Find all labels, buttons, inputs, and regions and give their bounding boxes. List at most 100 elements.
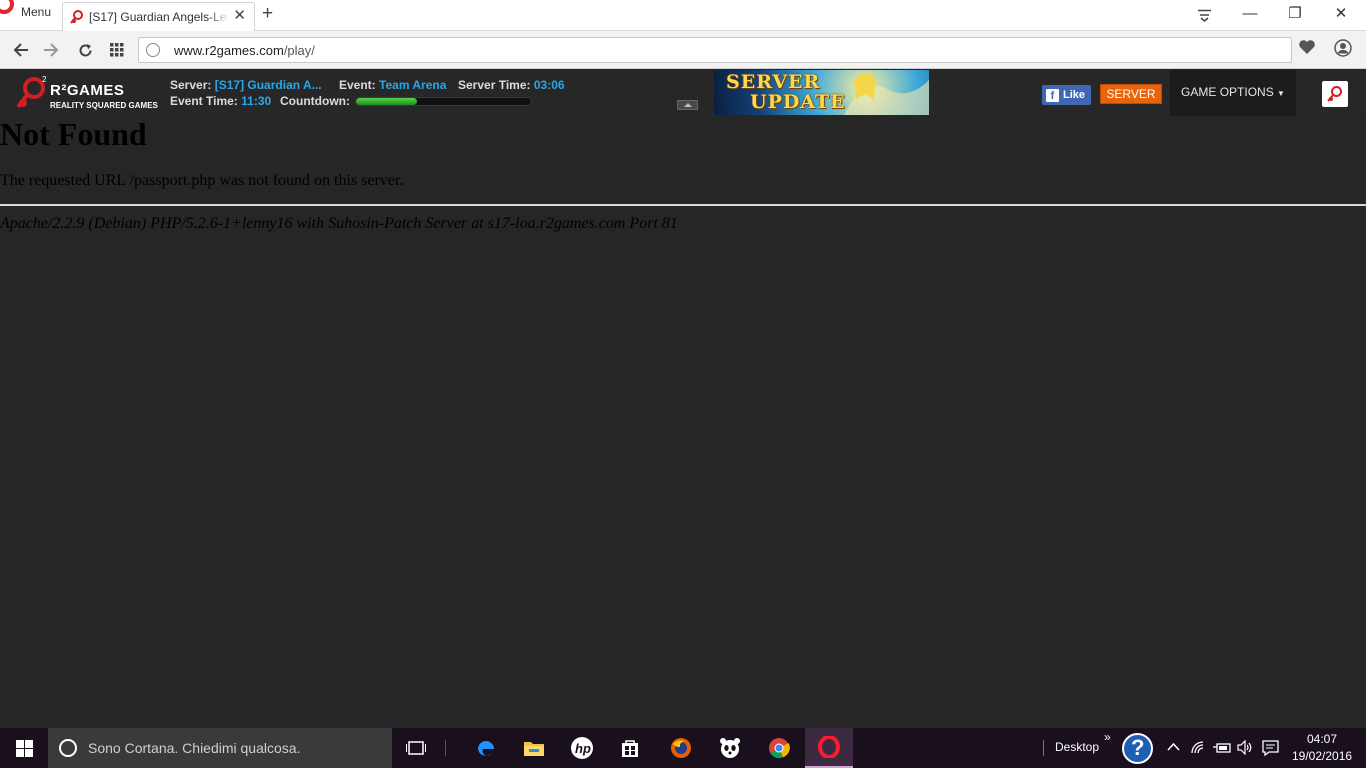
event-time-value: 11:30 [241,94,272,108]
chevron-overflow-icon[interactable]: » [1104,730,1111,744]
forward-button[interactable] [40,39,62,61]
game-options-menu[interactable]: GAME OPTIONS ▼ [1170,70,1296,116]
taskbar-separator [445,740,446,756]
hp-logo-icon: hp [571,737,593,759]
clock-date[interactable]: 19/02/2016 [1292,749,1352,763]
url-text: www.r2games.com/play/ [174,43,315,58]
server-time-value: 03:06 [533,78,565,92]
store-icon [622,740,638,757]
taskbar-chrome[interactable] [755,728,803,768]
folder-icon [524,742,544,756]
chrome-icon [769,738,790,759]
logo-subtext: REALITY SQUARED GAMES [50,101,158,110]
minimize-button[interactable]: — [1227,3,1273,25]
countdown-label: Countdown: [280,94,350,108]
menu-label: Menu [21,5,52,19]
back-button[interactable] [10,39,32,61]
taskbar-file-explorer[interactable] [510,728,558,768]
arrow-right-icon [44,43,59,57]
windows-taskbar: Sono Cortana. Chiedimi qualcosa. hp Desk… [0,728,1366,768]
r2-corner-button[interactable] [1322,81,1348,107]
logo-text: R²GAMES [50,82,125,99]
facebook-like-button[interactable]: f Like [1042,85,1091,105]
tab-title: [S17] Guardian Angels-League of Angels [89,10,229,24]
grid-icon [110,43,124,57]
event-label: Event: [339,78,376,92]
taskbar-opera[interactable] [805,728,853,768]
desktop-toolbar[interactable]: Desktop [1055,740,1099,754]
fb-like-label: Like [1063,89,1086,101]
server-time-info: Server Time: 03:06 [458,78,565,92]
url-path: /play/ [283,43,315,58]
event-time-label: Event Time: [170,94,238,108]
server-label: Server: [170,78,212,92]
opera-icon [818,736,840,758]
tab-close-icon[interactable]: ✕ [233,8,246,24]
page-title: Not Found [0,116,147,152]
search-placeholder: Sono Cortana. Chiedimi qualcosa. [88,740,301,756]
task-view-button[interactable] [392,728,440,768]
taskbar-panda[interactable] [706,728,754,768]
tab-active[interactable]: [S17] Guardian Angels-League of Angels ✕ [62,2,255,31]
chevron-up-icon[interactable] [1167,742,1180,751]
url-input[interactable]: www.r2games.com/play/ [138,37,1292,63]
url-host: www.r2games.com [174,43,284,58]
taskbar-firefox[interactable] [657,728,705,768]
event-info: Event: Team Arena [339,78,446,92]
server-info: Server: [S17] Guardian A... [170,78,322,92]
opera-menu-button[interactable]: Menu [0,0,58,28]
game-options-label: GAME OPTIONS [1181,85,1274,99]
firefox-icon [671,738,691,758]
error-message: The requested URL /passport.php was not … [0,172,404,189]
battery-plug-icon[interactable] [1213,741,1231,754]
new-tab-button[interactable]: + [262,4,273,24]
server-time-label: Server Time: [458,78,531,92]
game-header: 2 R²GAMES REALITY SQUARED GAMES Server: … [0,70,1366,116]
taskbar-edge[interactable] [462,728,510,768]
chevron-down-icon: ▼ [1277,89,1285,98]
error-page: Not Found The requested URL /passport.ph… [0,116,1366,728]
event-time-info: Event Time: 11:30 [170,94,271,108]
edge-icon [478,741,494,756]
angel-artwork-icon [844,73,929,115]
svg-text:hp: hp [575,741,591,756]
heart-icon[interactable] [1298,39,1316,55]
panda-icon [720,738,740,758]
browser-tab-strip: Menu [S17] Guardian Angels-League of Ang… [0,0,1366,31]
speed-dial-button[interactable] [106,39,128,61]
countdown-progress-bar [355,97,532,106]
windows-logo-icon [15,739,33,757]
collapse-header-button[interactable] [677,100,698,110]
r2games-logo[interactable]: 2 R²GAMES REALITY SQUARED GAMES [14,73,164,113]
cortana-search-box[interactable]: Sono Cortana. Chiedimi qualcosa. [48,728,392,768]
tab-menu-icon[interactable] [1197,9,1212,22]
volume-icon[interactable] [1237,740,1253,755]
cortana-icon [59,739,77,757]
notification-center-icon[interactable] [1262,740,1279,756]
taskbar-store[interactable] [606,728,654,768]
site-info-icon[interactable] [146,43,160,57]
opera-logo-icon [0,0,14,14]
banner-line2: UPDATE [750,91,846,113]
server-signature: Apache/2.2.9 (Debian) PHP/5.2.6-1+lenny1… [0,215,678,232]
event-value: Team Arena [379,78,447,92]
banner-line1: SERVER [726,71,821,93]
wifi-icon[interactable] [1190,740,1207,755]
tray-separator [1043,740,1044,756]
taskbar-hp[interactable]: hp [558,728,606,768]
countdown-info: Countdown: [280,94,350,108]
profile-icon[interactable] [1334,39,1352,57]
help-icon[interactable]: ? [1122,733,1153,764]
r2-small-logo-icon [1327,86,1342,102]
address-bar: www.r2games.com/play/ [0,31,1366,69]
r2-logo-icon: 2 [16,75,47,109]
maximize-button[interactable]: ❐ [1272,3,1318,25]
server-value[interactable]: [S17] Guardian A... [215,78,322,92]
start-button[interactable] [0,728,48,768]
clock-time[interactable]: 04:07 [1307,732,1337,746]
close-window-button[interactable]: ✕ [1318,3,1364,25]
server-button[interactable]: SERVER [1100,84,1162,104]
reload-button[interactable] [74,39,96,61]
server-update-banner[interactable]: SERVER UPDATE [714,70,929,115]
reload-icon [79,43,91,56]
